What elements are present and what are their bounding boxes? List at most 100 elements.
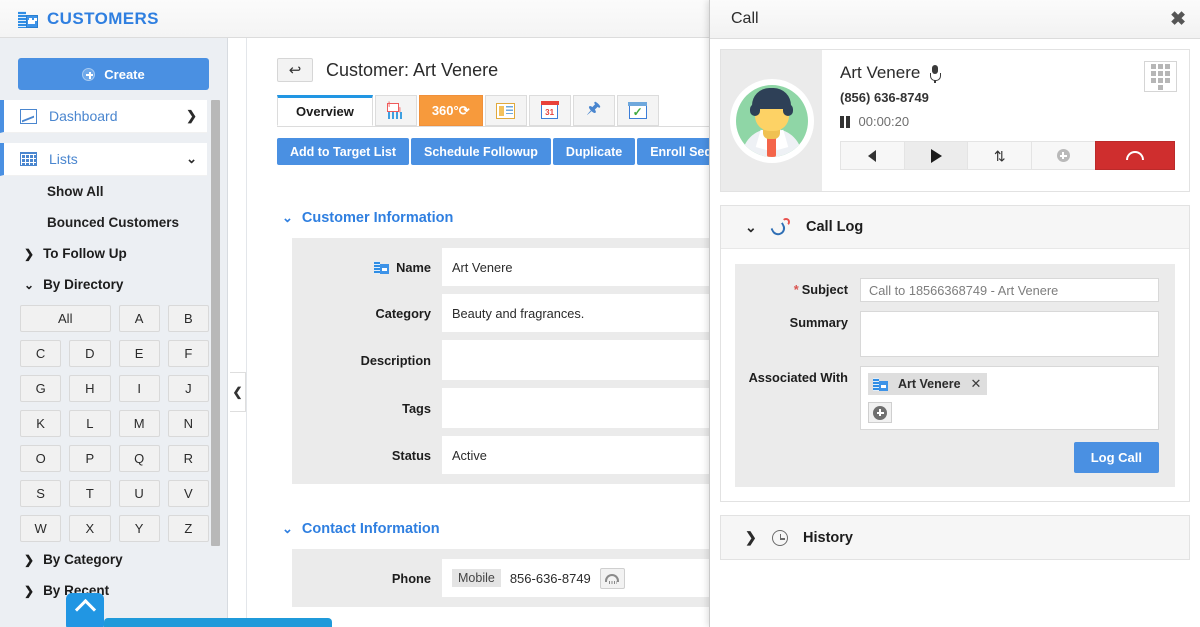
chevron-right-icon: ❯ [24, 553, 34, 567]
alpha-button-d[interactable]: D [69, 340, 110, 367]
alpha-button-n[interactable]: N [168, 410, 209, 437]
history-header[interactable]: ❯ History [721, 516, 1189, 559]
add-call-button[interactable] [1031, 141, 1095, 170]
alpha-button-l[interactable]: L [69, 410, 110, 437]
phone-number[interactable]: 856-636-8749 [510, 571, 591, 586]
field-value-name[interactable]: Art Venere [442, 248, 710, 286]
alpha-button-p[interactable]: P [69, 445, 110, 472]
alpha-button-q[interactable]: Q [119, 445, 160, 472]
alpha-button-m[interactable]: M [119, 410, 160, 437]
sidebar-scrollbar-thumb[interactable] [211, 100, 220, 546]
alpha-button-y[interactable]: Y [119, 515, 160, 542]
field-row-phone: Phone Mobile 856-636-8749 [292, 559, 710, 597]
add-associated-button[interactable] [868, 402, 892, 423]
back-button[interactable]: ↩ [277, 58, 313, 82]
sidebar-item-bounced-customers[interactable]: Bounced Customers [0, 207, 227, 238]
plus-circle-icon [873, 406, 887, 420]
chevron-down-icon: ⌄ [745, 219, 757, 236]
field-value-description[interactable] [442, 340, 710, 380]
building-icon [873, 377, 888, 391]
tab-contact-card[interactable] [485, 95, 527, 126]
alpha-button-o[interactable]: O [20, 445, 61, 472]
call-log-card: ⌄ Call Log *Subject Call to 18566368749 … [720, 205, 1190, 502]
tab-overview[interactable]: Overview [277, 95, 373, 126]
play-icon [931, 149, 942, 163]
chevron-down-icon: ⌄ [282, 210, 293, 226]
associated-with-field[interactable]: Art Venere ✕ [860, 366, 1159, 430]
page-title: Customer: Art Venere [326, 60, 498, 81]
mute-button[interactable] [840, 141, 904, 170]
sidebar-item-lists[interactable]: Lists ⌄ [0, 143, 207, 176]
log-call-button[interactable]: Log Call [1074, 442, 1159, 473]
sidebar-collapse-handle[interactable]: ❮ [230, 372, 246, 412]
alpha-button-s[interactable]: S [20, 480, 61, 507]
alpha-button-all[interactable]: All [20, 305, 111, 332]
pin-icon: 🖈 [586, 97, 601, 124]
tab-calendar[interactable]: 31 [529, 95, 571, 126]
field-label: Category [292, 294, 442, 332]
phone-type-badge: Mobile [452, 569, 501, 587]
alpha-button-w[interactable]: W [20, 515, 61, 542]
alpha-button-f[interactable]: F [168, 340, 209, 367]
screen: CUSTOMERS Create Dashboard ❯ Lists ⌄ Sho… [0, 0, 1200, 627]
tab-pinned[interactable]: 🖈 [573, 95, 615, 126]
alpha-button-h[interactable]: H [69, 375, 110, 402]
alpha-button-v[interactable]: V [168, 480, 209, 507]
dialpad-button[interactable] [1144, 61, 1177, 92]
sidebar-group-label: To Follow Up [43, 246, 127, 261]
alpha-button-z[interactable]: Z [168, 515, 209, 542]
sidebar-group-label: By Category [43, 552, 123, 567]
schedule-followup-button[interactable]: Schedule Followup [411, 138, 551, 165]
field-value-status[interactable]: Active [442, 436, 710, 474]
call-log-icon [772, 218, 791, 236]
alpha-button-a[interactable]: A [119, 305, 160, 332]
alpha-button-i[interactable]: I [119, 375, 160, 402]
tab-reports[interactable] [375, 95, 417, 126]
add-to-target-list-button[interactable]: Add to Target List [277, 138, 409, 165]
sidebar-item-show-all[interactable]: Show All [0, 176, 227, 207]
alpha-button-t[interactable]: T [69, 480, 110, 507]
sidebar-group-by-recent[interactable]: ❯ By Recent [0, 575, 227, 606]
sidebar-group-by-category[interactable]: ❯ By Category [0, 544, 227, 575]
alpha-button-j[interactable]: J [168, 375, 209, 402]
subject-input[interactable]: Call to 18566368749 - Art Venere [860, 278, 1159, 302]
microphone-icon[interactable] [930, 65, 939, 81]
sidebar-group-label: By Directory [43, 277, 123, 292]
alpha-button-e[interactable]: E [119, 340, 160, 367]
section-header-customer-information[interactable]: ⌄ Customer Information [282, 210, 710, 226]
alpha-button-k[interactable]: K [20, 410, 61, 437]
history-card: ❯ History [720, 515, 1190, 560]
alpha-button-r[interactable]: R [168, 445, 209, 472]
alpha-button-g[interactable]: G [20, 375, 61, 402]
phone-call-button[interactable] [600, 568, 625, 589]
hangup-button[interactable] [1095, 141, 1175, 170]
alpha-button-b[interactable]: B [168, 305, 209, 332]
transfer-button[interactable]: ⇅ [967, 141, 1031, 170]
summary-textarea[interactable] [860, 311, 1159, 357]
sidebar-group-by-directory[interactable]: ⌄ By Directory [0, 269, 227, 300]
sidebar-subitem-label: Show All [47, 184, 104, 199]
required-marker: * [794, 282, 799, 297]
sidebar-item-dashboard[interactable]: Dashboard ❯ [0, 100, 207, 133]
alpha-button-c[interactable]: C [20, 340, 61, 367]
close-icon[interactable]: ✖ [1170, 10, 1186, 29]
field-value-category[interactable]: Beauty and fragrances. [442, 294, 710, 332]
section-header-contact-information[interactable]: ⌄ Contact Information [282, 521, 710, 537]
create-button[interactable]: Create [18, 58, 209, 90]
module-title: CUSTOMERS [47, 9, 159, 29]
remove-icon[interactable]: ✕ [971, 376, 982, 392]
hangup-icon [1126, 151, 1144, 160]
call-log-header[interactable]: ⌄ Call Log [721, 206, 1189, 249]
alpha-button-x[interactable]: X [69, 515, 110, 542]
tab-tasks[interactable] [617, 95, 659, 126]
enroll-sequence-button[interactable]: Enroll Sequ [637, 138, 710, 165]
associated-chip-label: Art Venere [898, 377, 961, 391]
duplicate-button[interactable]: Duplicate [553, 138, 635, 165]
sidebar-group-to-follow-up[interactable]: ❯ To Follow Up [0, 238, 227, 269]
hold-play-button[interactable] [904, 141, 968, 170]
alpha-button-u[interactable]: U [119, 480, 160, 507]
tab-360[interactable]: 360°⟳ [419, 95, 483, 126]
field-value-tags[interactable] [442, 388, 710, 428]
chevron-right-icon: ❯ [24, 247, 34, 261]
scroll-to-top-button[interactable] [66, 593, 104, 627]
